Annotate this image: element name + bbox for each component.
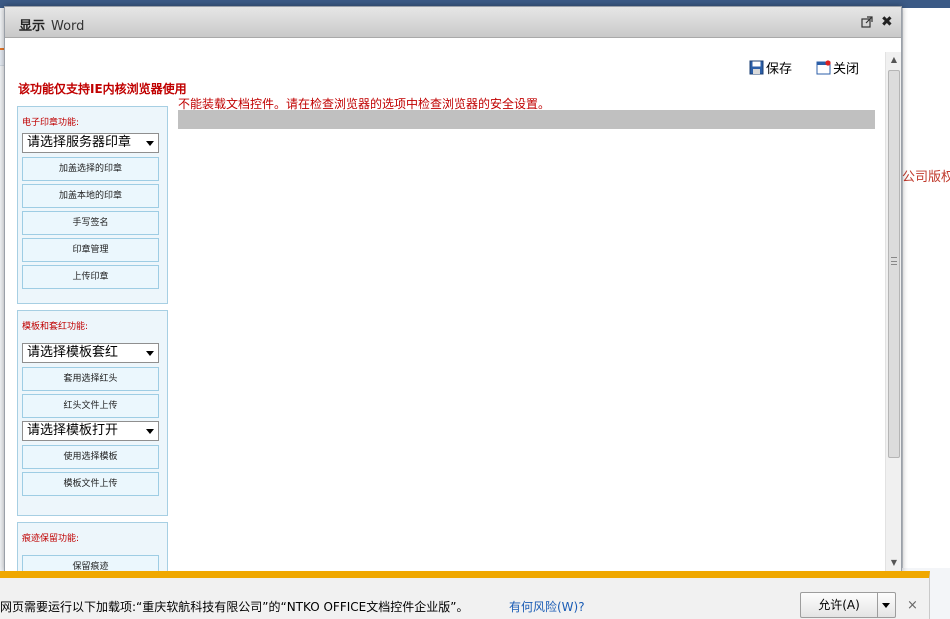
upload-redhead-button[interactable]: 红头文件上传 <box>22 394 159 418</box>
chevron-down-icon <box>146 141 154 146</box>
keep-trace-button[interactable]: 保留痕迹 <box>22 555 159 571</box>
dialog-title: 显示 Word <box>19 15 84 34</box>
addon-notification-text: 网页需要运行以下加载项:“重庆软航科技有限公司”的“NTKO OFFICE文档控… <box>0 600 469 614</box>
seal-panel: 电子印章功能: 请选择服务器印章 加盖选择的印章 加盖本地的印章 手写签名 印章… <box>17 106 168 304</box>
seal-management-button[interactable]: 印章管理 <box>22 238 159 262</box>
open-template-select-value: 请选择模板打开 <box>27 423 119 438</box>
close-label: 关闭 <box>833 61 860 77</box>
background-copyright-text: 公司版权所 <box>902 170 950 185</box>
scroll-down-arrow-icon[interactable]: ▼ <box>886 555 901 571</box>
server-seal-select-value: 请选择服务器印章 <box>27 135 132 150</box>
ie-only-warning: 该功能仅支持IE内核浏览器使用 <box>18 82 187 96</box>
allow-button[interactable]: 允许(A) <box>801 593 878 617</box>
popout-icon[interactable] <box>861 16 873 28</box>
redhead-template-select[interactable]: 请选择模板套红 <box>22 343 159 363</box>
apply-selected-seal-button[interactable]: 加盖选择的印章 <box>22 157 159 181</box>
trace-panel: 痕迹保留功能: 保留痕迹 <box>17 522 168 571</box>
background-content-strip <box>902 8 950 568</box>
risk-info-link[interactable]: 有何风险(W)? <box>509 598 585 615</box>
document-control-area[interactable] <box>178 110 875 129</box>
upload-seal-button[interactable]: 上传印章 <box>22 265 159 289</box>
template-panel-title: 模板和套红功能: <box>22 322 89 332</box>
server-seal-select[interactable]: 请选择服务器印章 <box>22 133 159 153</box>
grip-icon <box>891 257 897 265</box>
scroll-thumb[interactable] <box>888 70 900 458</box>
dialog-title-main: 显示 <box>19 19 46 34</box>
apply-redhead-button[interactable]: 套用选择红头 <box>22 367 159 391</box>
redhead-template-select-value: 请选择模板套红 <box>27 345 119 360</box>
allow-dropdown-chevron-icon[interactable] <box>878 593 895 617</box>
dialog-titlebar[interactable]: 显示 Word ✖ <box>5 7 901 38</box>
template-panel: 模板和套红功能: 请选择模板套红 套用选择红头 红头文件上传 请选择模板打开 使… <box>17 310 168 516</box>
allow-split-button: 允许(A) <box>800 592 896 618</box>
open-template-select[interactable]: 请选择模板打开 <box>22 421 159 441</box>
seal-panel-title: 电子印章功能: <box>22 118 80 128</box>
notification-close-icon[interactable]: × <box>907 598 918 613</box>
handwritten-signature-button[interactable]: 手写签名 <box>22 211 159 235</box>
floppy-disk-icon <box>749 60 764 74</box>
upload-template-button[interactable]: 模板文件上传 <box>22 472 159 496</box>
apply-local-seal-button[interactable]: 加盖本地的印章 <box>22 184 159 208</box>
save-label: 保存 <box>766 61 793 77</box>
vertical-scrollbar[interactable]: ▲ ▼ <box>885 52 901 571</box>
chevron-down-icon <box>146 429 154 434</box>
dialog-title-sub: Word <box>51 19 85 34</box>
save-button[interactable]: 保存 <box>749 58 793 77</box>
trace-panel-title: 痕迹保留功能: <box>22 534 80 544</box>
close-window-icon <box>816 59 831 74</box>
close-icon[interactable]: ✖ <box>881 15 893 29</box>
dialog-content: 保存 关闭 该功能仅支持IE内核浏览器使用 电子印章功能: 请选择服务器印章 加… <box>5 38 901 571</box>
chevron-down-icon <box>146 351 154 356</box>
close-document-button[interactable]: 关闭 <box>816 58 860 77</box>
scroll-up-arrow-icon[interactable]: ▲ <box>886 52 901 68</box>
addon-notification-bar: 网页需要运行以下加载项:“重庆软航科技有限公司”的“NTKO OFFICE文档控… <box>0 571 930 619</box>
use-selected-template-button[interactable]: 使用选择模板 <box>22 445 159 469</box>
word-dialog: 显示 Word ✖ 保存 关闭 该功能仅支持IE内核浏览器使用 电子印章功能: … <box>4 6 902 572</box>
